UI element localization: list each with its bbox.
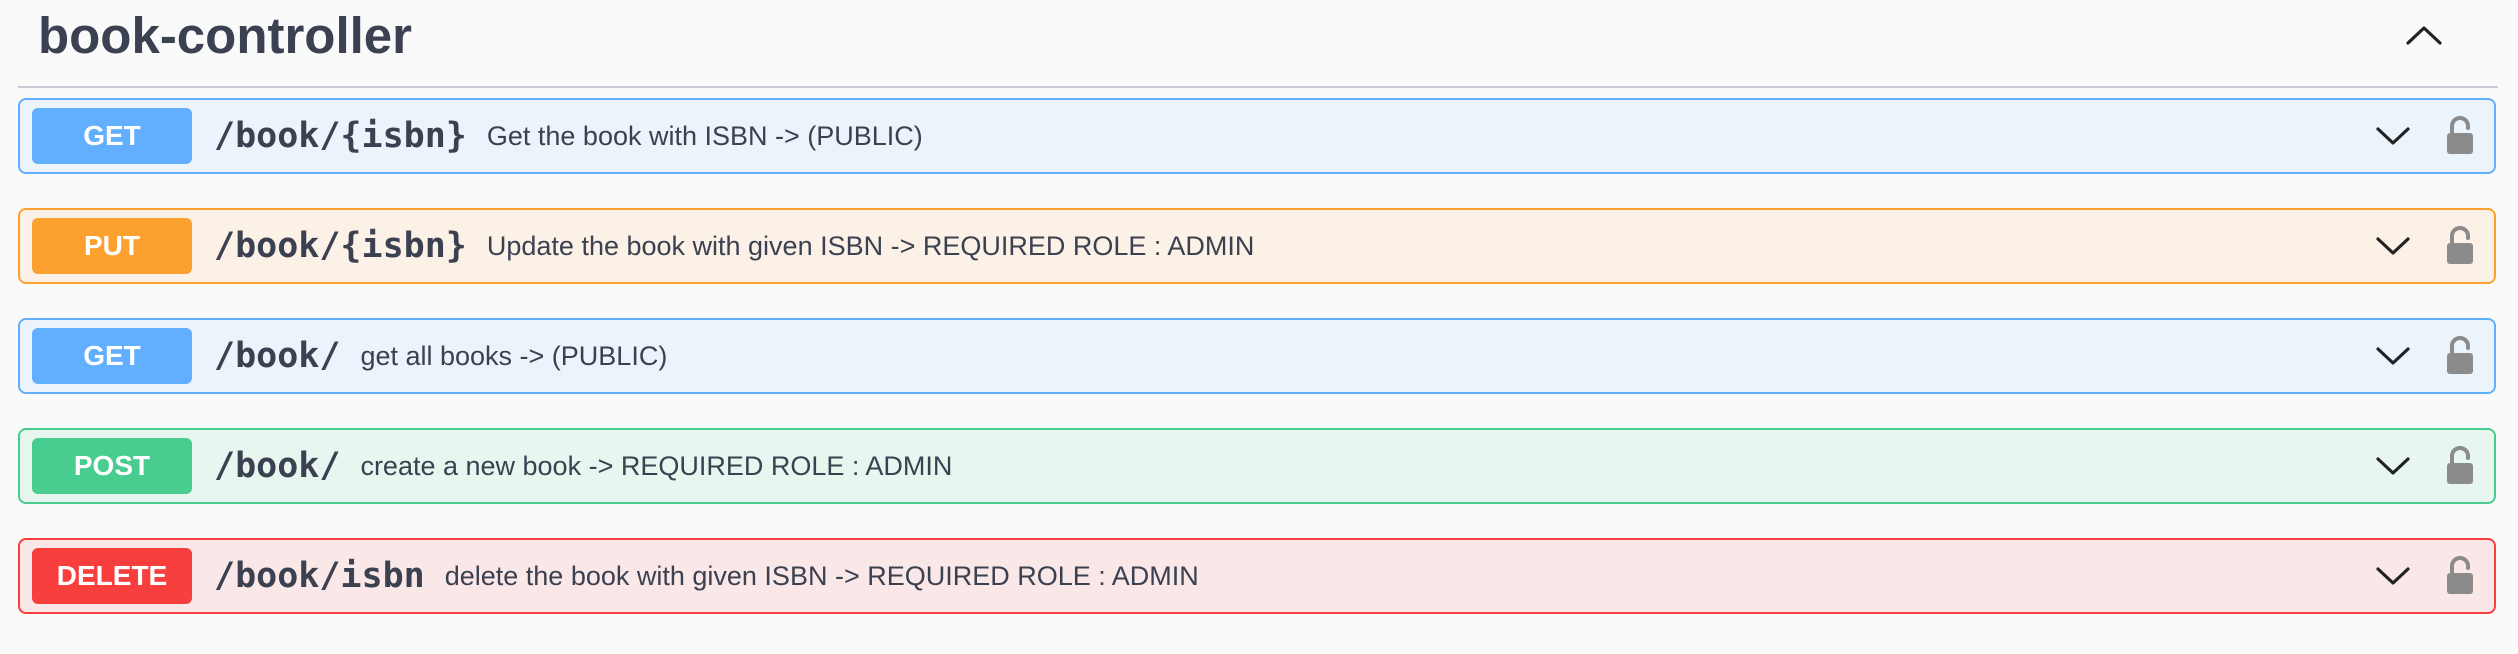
endpoint-path: /book/{isbn} [214,226,467,266]
operation-post-book[interactable]: POST /book/ create a new book -> REQUIRE… [18,428,2496,504]
unlocked-icon [2447,336,2473,374]
expand-operation-button[interactable] [2370,333,2416,379]
chevron-down-icon [2376,237,2410,255]
endpoint-path: /book/ [214,336,341,376]
endpoint-summary: Update the book with given ISBN -> REQUI… [486,230,1255,261]
operation-get-book-isbn[interactable]: GET /book/{isbn} Get the book with ISBN … [18,98,2496,174]
collapse-section-button[interactable] [2396,12,2452,58]
chevron-down-icon [2376,127,2410,145]
unlocked-icon [2447,556,2473,594]
endpoint-summary: Get the book with ISBN -> (PUBLIC) [486,120,923,151]
operation-controls [2370,210,2482,282]
operation-get-books[interactable]: GET /book/ get all books -> (PUBLIC) [18,318,2496,394]
chevron-down-icon [2376,567,2410,585]
chevron-up-icon [2406,26,2442,45]
method-badge: POST [32,438,192,494]
endpoint-summary: create a new book -> REQUIRED ROLE : ADM… [360,450,953,481]
authorization-button[interactable] [2438,331,2482,381]
method-badge: GET [32,328,192,384]
authorization-button[interactable] [2438,221,2482,271]
chevron-down-icon [2376,347,2410,365]
unlocked-icon [2447,226,2473,264]
authorization-button[interactable] [2438,551,2482,601]
controller-title: book-controller [38,7,413,64]
authorization-button[interactable] [2438,111,2482,161]
endpoint-path: /book/isbn [214,556,425,596]
chevron-down-icon [2376,457,2410,475]
operation-controls [2370,540,2482,612]
operation-put-book-isbn[interactable]: PUT /book/{isbn} Update the book with gi… [18,208,2496,284]
operation-delete-book-isbn[interactable]: DELETE /book/isbn delete the book with g… [18,538,2496,614]
authorization-button[interactable] [2438,441,2482,491]
swagger-operations-page: book-controller GET /book/{isbn} Get the… [0,0,2518,654]
method-badge: GET [32,108,192,164]
expand-operation-button[interactable] [2370,553,2416,599]
expand-operation-button[interactable] [2370,113,2416,159]
method-badge: PUT [32,218,192,274]
expand-operation-button[interactable] [2370,223,2416,269]
unlocked-icon [2447,446,2473,484]
endpoint-path: /book/{isbn} [214,116,467,156]
operation-controls [2370,430,2482,502]
endpoint-summary: delete the book with given ISBN -> REQUI… [444,560,1199,591]
operation-controls [2370,100,2482,172]
expand-operation-button[interactable] [2370,443,2416,489]
unlocked-icon [2447,116,2473,154]
method-badge: DELETE [32,548,192,604]
endpoint-summary: get all books -> (PUBLIC) [360,340,668,371]
endpoint-path: /book/ [214,446,341,486]
controller-section-header[interactable]: book-controller [18,0,2498,88]
operation-controls [2370,320,2482,392]
